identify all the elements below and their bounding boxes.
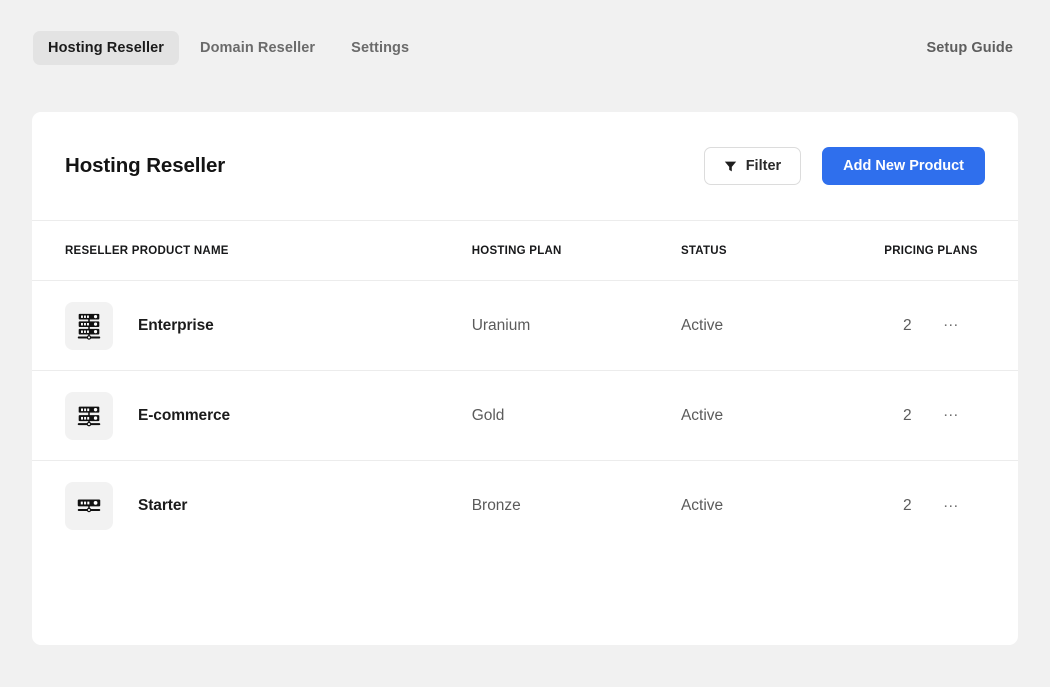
tab-settings[interactable]: Settings xyxy=(336,31,424,65)
row-actions-menu-icon[interactable]: … xyxy=(938,403,964,429)
pricing-plans-count: 2 xyxy=(884,497,930,515)
product-name: E-commerce xyxy=(138,407,230,425)
tab-domain-reseller[interactable]: Domain Reseller xyxy=(185,31,330,65)
products-table: RESELLER PRODUCT NAME HOSTING PLAN STATU… xyxy=(32,221,1018,551)
row-actions-menu-icon[interactable]: … xyxy=(938,493,964,519)
tab-hosting-reseller[interactable]: Hosting Reseller xyxy=(33,31,179,65)
server-rack-icon xyxy=(65,482,113,530)
hosting-plan-value: Bronze xyxy=(472,497,681,515)
table-row[interactable]: E-commerce Gold Active 2 … xyxy=(32,371,1018,461)
pricing-plans-cell: 2 … xyxy=(884,493,985,519)
row-actions-menu-icon[interactable]: … xyxy=(938,313,964,339)
product-name: Starter xyxy=(138,497,187,515)
table-header-row: RESELLER PRODUCT NAME HOSTING PLAN STATU… xyxy=(32,221,1018,281)
page-title: Hosting Reseller xyxy=(65,154,225,178)
table-row[interactable]: Enterprise Uranium Active 2 … xyxy=(32,281,1018,371)
pricing-plans-cell: 2 … xyxy=(884,313,985,339)
product-name-cell: Starter xyxy=(65,482,472,530)
product-name-cell: Enterprise xyxy=(65,302,472,350)
status-value: Active xyxy=(681,497,884,515)
header-actions: Filter Add New Product xyxy=(704,147,985,185)
status-value: Active xyxy=(681,317,884,335)
add-new-product-label: Add New Product xyxy=(843,158,964,174)
server-rack-icon xyxy=(65,392,113,440)
hosting-plan-value: Gold xyxy=(472,407,681,425)
pricing-plans-cell: 2 … xyxy=(884,403,985,429)
product-name: Enterprise xyxy=(138,317,214,335)
column-header-reseller-product-name: RESELLER PRODUCT NAME xyxy=(65,245,472,257)
setup-guide-link[interactable]: Setup Guide xyxy=(923,31,1018,65)
card-header: Hosting Reseller Filter Add New Product xyxy=(32,112,1018,221)
tab-list: Hosting Reseller Domain Reseller Setting… xyxy=(33,31,424,65)
pricing-plans-count: 2 xyxy=(884,407,930,425)
funnel-icon xyxy=(724,160,737,173)
pricing-plans-count: 2 xyxy=(884,317,930,335)
hosting-reseller-card: Hosting Reseller Filter Add New Product … xyxy=(32,112,1018,645)
column-header-hosting-plan: HOSTING PLAN xyxy=(472,245,681,257)
filter-button[interactable]: Filter xyxy=(704,147,801,185)
product-name-cell: E-commerce xyxy=(65,392,472,440)
server-rack-icon xyxy=(65,302,113,350)
hosting-plan-value: Uranium xyxy=(472,317,681,335)
top-navigation-bar: Hosting Reseller Domain Reseller Setting… xyxy=(0,0,1050,96)
column-header-pricing-plans: PRICING PLANS xyxy=(884,245,985,257)
add-new-product-button[interactable]: Add New Product xyxy=(822,147,985,185)
column-header-status: STATUS xyxy=(681,245,884,257)
filter-button-label: Filter xyxy=(746,158,781,174)
status-value: Active xyxy=(681,407,884,425)
table-row[interactable]: Starter Bronze Active 2 … xyxy=(32,461,1018,551)
